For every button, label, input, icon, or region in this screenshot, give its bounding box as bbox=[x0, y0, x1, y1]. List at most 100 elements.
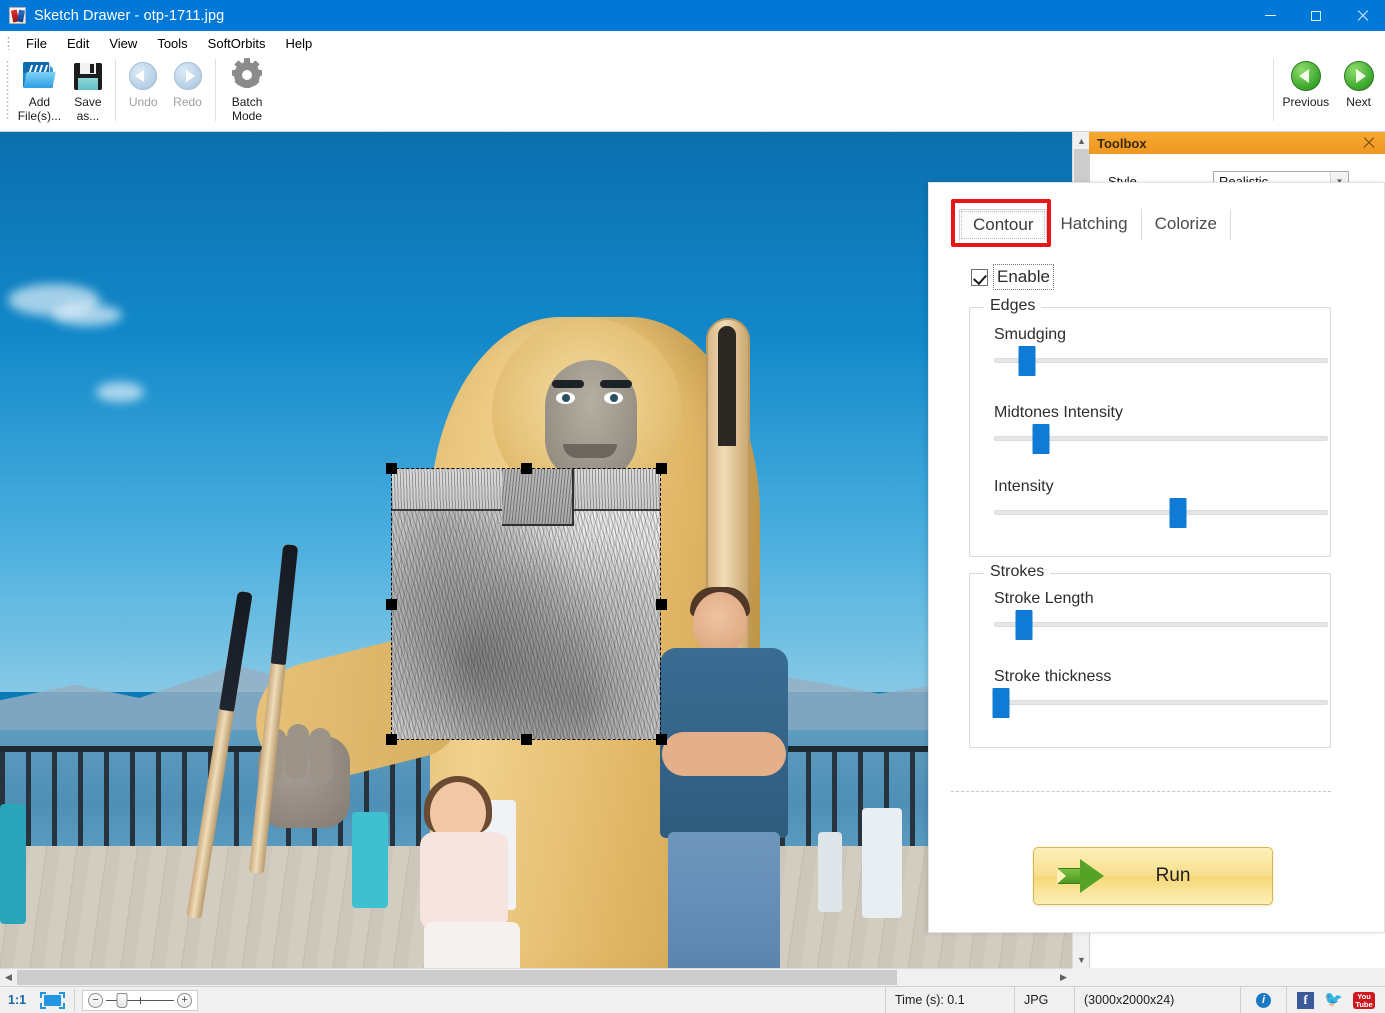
run-button[interactable]: Run bbox=[1033, 847, 1273, 905]
intensity-slider[interactable] bbox=[994, 510, 1328, 516]
redo-button[interactable]: Redo bbox=[165, 55, 209, 127]
run-button-label: Run bbox=[1104, 865, 1242, 887]
tab-colorize[interactable]: Colorize bbox=[1142, 209, 1231, 240]
resize-handle-se[interactable] bbox=[656, 734, 667, 745]
youtube-icon[interactable]: You Tube bbox=[1353, 992, 1375, 1009]
scroll-left-arrow-icon[interactable]: ◀ bbox=[0, 969, 17, 986]
zoom-slider-widget[interactable]: − + bbox=[82, 990, 198, 1011]
smudging-slider[interactable] bbox=[994, 358, 1328, 364]
undo-button[interactable]: Undo bbox=[121, 55, 165, 127]
zoom-out-icon[interactable]: − bbox=[88, 993, 103, 1008]
processing-time: Time (s): 0.1 bbox=[885, 987, 1015, 1013]
maximize-button[interactable] bbox=[1293, 0, 1339, 31]
zoom-slider-thumb[interactable] bbox=[117, 993, 128, 1008]
menu-edit[interactable]: Edit bbox=[57, 33, 99, 54]
menu-bar: File Edit View Tools SoftOrbits Help bbox=[0, 31, 1385, 55]
info-icon: i bbox=[1256, 993, 1271, 1008]
menu-view[interactable]: View bbox=[99, 33, 147, 54]
resize-handle-n[interactable] bbox=[521, 463, 532, 474]
twitter-icon[interactable]: 🐦 bbox=[1324, 992, 1343, 1008]
zoom-slider-midmark bbox=[140, 997, 141, 1004]
resize-handle-ne[interactable] bbox=[656, 463, 667, 474]
zoom-in-icon[interactable]: + bbox=[177, 993, 192, 1008]
menu-softorbits[interactable]: SoftOrbits bbox=[198, 33, 276, 54]
save-as-label-1: Save bbox=[74, 96, 101, 110]
close-button[interactable] bbox=[1339, 0, 1385, 31]
girl-top bbox=[420, 832, 508, 930]
effect-tabs: Contour Hatching Colorize bbox=[959, 209, 1231, 240]
edges-group-title: Edges bbox=[984, 297, 1041, 315]
resize-handle-s[interactable] bbox=[521, 734, 532, 745]
stroke-thickness-slider-thumb[interactable] bbox=[992, 688, 1009, 718]
smudging-slider-track[interactable] bbox=[994, 358, 1328, 363]
menu-file[interactable]: File bbox=[16, 33, 57, 54]
scroll-right-arrow-icon[interactable]: ▶ bbox=[1055, 969, 1072, 986]
man-arms bbox=[662, 732, 786, 776]
enable-label: Enable bbox=[996, 267, 1051, 287]
toolbox-header: Toolbox bbox=[1089, 132, 1385, 154]
social-icons: f 🐦 You Tube bbox=[1287, 992, 1385, 1009]
yeti-face bbox=[545, 360, 637, 480]
save-as-button[interactable]: Save as... bbox=[66, 55, 110, 127]
toolbar-separator-3 bbox=[1273, 59, 1274, 121]
image-dimensions: (3000x2000x24) bbox=[1075, 987, 1241, 1013]
save-as-label-2: as... bbox=[77, 110, 100, 124]
title-bar: Sketch Drawer - otp-1711.jpg bbox=[0, 0, 1385, 31]
strokes-group: Strokes Stroke Length Stroke thickness bbox=[969, 573, 1331, 748]
youtube-line-2: Tube bbox=[1355, 1000, 1372, 1009]
green-left-arrow-icon bbox=[1289, 59, 1323, 93]
undo-label: Undo bbox=[129, 96, 158, 110]
stroke-length-control: Stroke Length bbox=[994, 590, 1344, 628]
tab-hatching[interactable]: Hatching bbox=[1047, 209, 1141, 240]
next-label: Next bbox=[1346, 96, 1371, 110]
image-canvas[interactable] bbox=[0, 132, 1072, 968]
previous-button[interactable]: Previous bbox=[1279, 55, 1332, 127]
toolbar-grip bbox=[6, 60, 9, 120]
next-button[interactable]: Next bbox=[1332, 55, 1385, 127]
stroke-length-slider-thumb[interactable] bbox=[1016, 610, 1033, 640]
resize-handle-e[interactable] bbox=[656, 599, 667, 610]
stroke-length-slider[interactable] bbox=[994, 622, 1328, 628]
stroke-length-label: Stroke Length bbox=[994, 590, 1344, 608]
scroll-up-arrow-icon[interactable]: ▲ bbox=[1073, 132, 1090, 149]
stroke-thickness-slider[interactable] bbox=[994, 700, 1328, 706]
minimize-button[interactable] bbox=[1247, 0, 1293, 31]
batch-mode-button[interactable]: Batch Mode bbox=[221, 55, 274, 127]
menu-help[interactable]: Help bbox=[275, 33, 322, 54]
sketch-preview-render bbox=[392, 469, 660, 739]
enable-row[interactable]: Enable bbox=[971, 267, 1051, 287]
midtones-intensity-slider-thumb[interactable] bbox=[1032, 424, 1049, 454]
stroke-thickness-slider-track[interactable] bbox=[994, 700, 1328, 705]
enable-checkbox[interactable] bbox=[971, 269, 988, 286]
panel-divider bbox=[951, 791, 1331, 792]
horizontal-scroll-thumb[interactable] bbox=[17, 970, 897, 985]
info-button[interactable]: i bbox=[1241, 987, 1287, 1013]
stroke-thickness-control: Stroke thickness bbox=[994, 668, 1344, 706]
facebook-icon[interactable]: f bbox=[1297, 992, 1314, 1009]
stroke-thickness-label: Stroke thickness bbox=[994, 668, 1344, 686]
file-format: JPG bbox=[1015, 987, 1075, 1013]
add-files-button[interactable]: Add File(s)... bbox=[13, 55, 66, 127]
folder-add-icon bbox=[22, 59, 56, 93]
fit-to-screen-icon[interactable] bbox=[40, 992, 65, 1009]
green-right-arrow-icon bbox=[1342, 59, 1376, 93]
tab-contour[interactable]: Contour bbox=[959, 209, 1047, 241]
intensity-slider-track[interactable] bbox=[994, 510, 1328, 515]
horizontal-scrollbar[interactable]: ◀ ▶ bbox=[0, 968, 1072, 985]
midtones-intensity-slider[interactable] bbox=[994, 436, 1328, 442]
toolbox-close-icon[interactable] bbox=[1361, 135, 1377, 151]
zoom-slider-track[interactable] bbox=[106, 1000, 174, 1001]
previous-label: Previous bbox=[1282, 96, 1329, 110]
sketch-preview-selection[interactable] bbox=[392, 469, 660, 739]
resize-handle-w[interactable] bbox=[386, 599, 397, 610]
menu-tools[interactable]: Tools bbox=[147, 33, 197, 54]
intensity-slider-thumb[interactable] bbox=[1169, 498, 1186, 528]
stroke-length-slider-track[interactable] bbox=[994, 622, 1328, 627]
status-bar: 1:1 − + Time (s): 0.1 JPG (3000x2000x24)… bbox=[0, 986, 1385, 1013]
resize-handle-nw[interactable] bbox=[386, 463, 397, 474]
horizontal-scroll-track[interactable] bbox=[17, 969, 1055, 986]
smudging-slider-thumb[interactable] bbox=[1019, 346, 1036, 376]
resize-handle-sw[interactable] bbox=[386, 734, 397, 745]
scroll-down-arrow-icon[interactable]: ▼ bbox=[1073, 951, 1090, 968]
intensity-control: Intensity bbox=[994, 478, 1344, 516]
